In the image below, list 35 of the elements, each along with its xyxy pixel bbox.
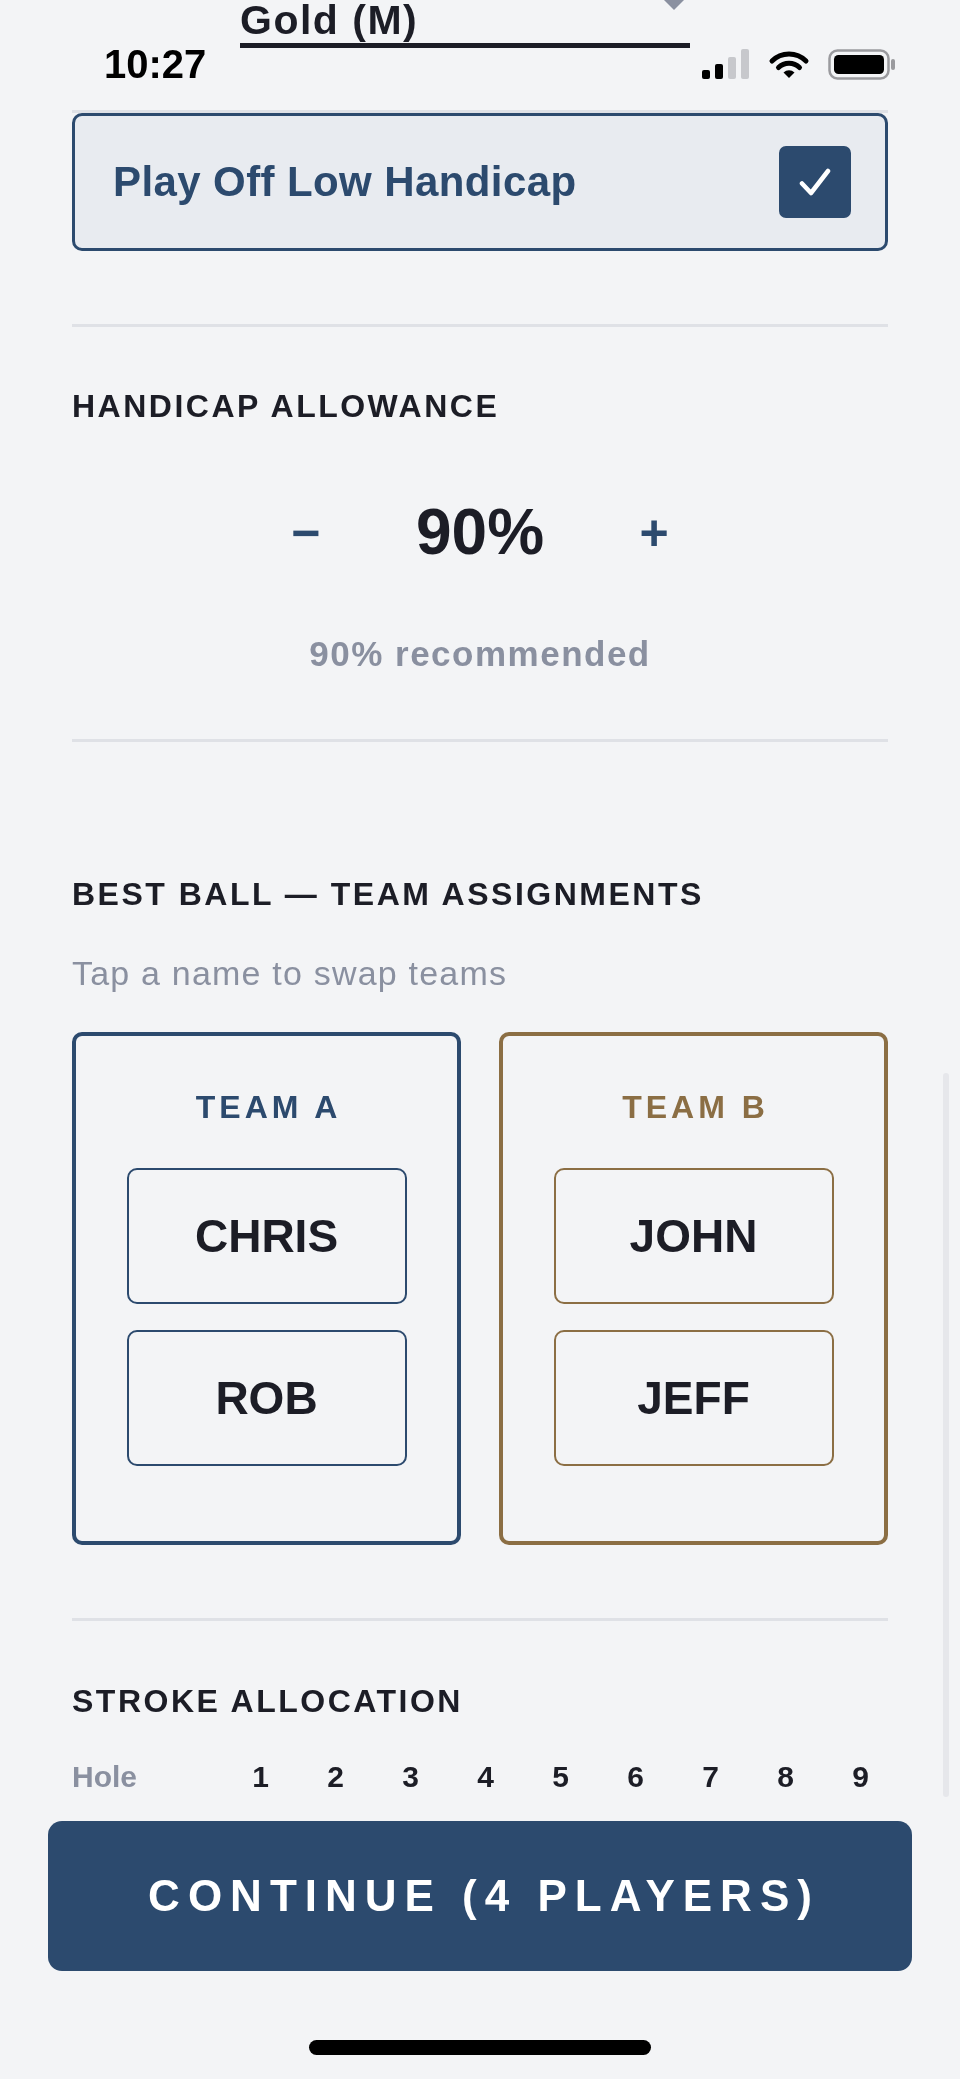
- player-chip[interactable]: ROB: [126, 1330, 407, 1466]
- dropdown-field[interactable]: Gold (M): [240, 0, 690, 48]
- allowance-value: 90%: [415, 495, 545, 570]
- player-chip[interactable]: CHRIS: [126, 1168, 407, 1304]
- battery-icon: [828, 48, 895, 80]
- checkmark-icon: [799, 167, 831, 197]
- decrease-button[interactable]: −: [275, 502, 336, 563]
- hole-number: 4: [477, 1759, 494, 1795]
- hint-text: Tap a name to swap teams: [72, 953, 508, 993]
- player-chip[interactable]: JEFF: [553, 1330, 834, 1466]
- section-heading: BEST BALL — TEAM ASSIGNMENTS: [72, 875, 704, 913]
- hole-label: Hole: [72, 1759, 137, 1795]
- wifi-icon: [768, 49, 810, 79]
- hole-number: 1: [252, 1759, 269, 1795]
- increase-button[interactable]: +: [624, 502, 685, 563]
- recommendation-note: 90% recommended: [309, 633, 651, 674]
- signal-icon: [702, 49, 750, 79]
- status-time: 10:27: [104, 44, 207, 84]
- checkbox[interactable]: [779, 146, 851, 218]
- continue-button[interactable]: CONTINUE (4 PLAYERS): [48, 1821, 912, 1971]
- hole-number: 5: [552, 1759, 569, 1795]
- hole-number: 2: [327, 1759, 344, 1795]
- hole-number: 6: [627, 1759, 644, 1795]
- section-heading: STROKE ALLOCATION: [72, 1682, 463, 1720]
- caret-icon: [664, 0, 684, 10]
- option-label: Play Off Low Handicap: [113, 157, 577, 207]
- hole-number: 8: [777, 1759, 794, 1795]
- option-card[interactable]: Play Off Low Handicap: [72, 113, 888, 251]
- section-heading: HANDICAP ALLOWANCE: [72, 387, 500, 425]
- hole-number: 9: [852, 1759, 869, 1795]
- team-label: TEAM B: [621, 1088, 769, 1126]
- hole-number: 7: [702, 1759, 719, 1795]
- player-chip[interactable]: JOHN: [553, 1168, 834, 1304]
- hole-number: 3: [402, 1759, 419, 1795]
- team-label: TEAM A: [194, 1088, 342, 1126]
